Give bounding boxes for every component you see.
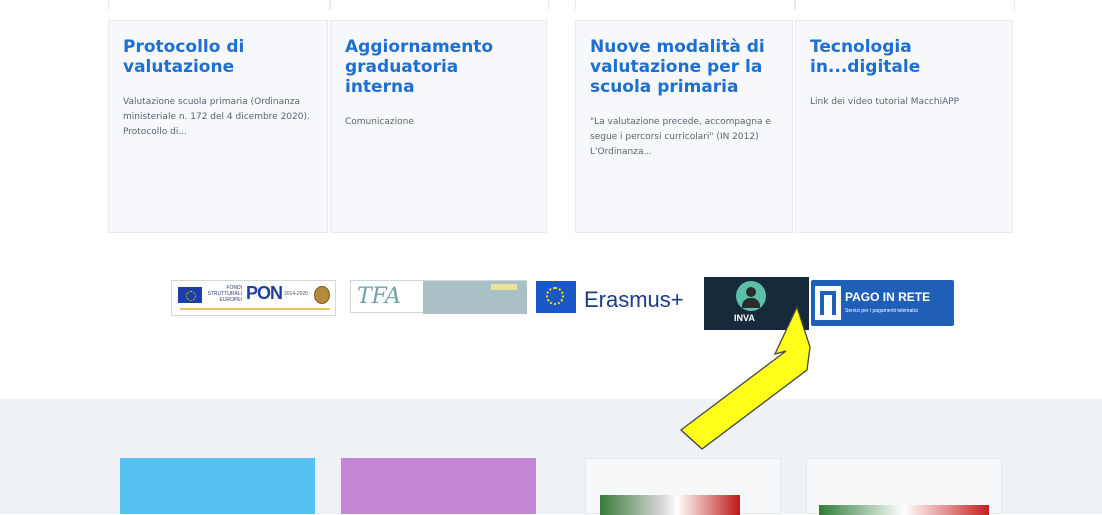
card-excerpt: "La valutazione precede, accompagna e se… [590,117,771,157]
pon-years: 2014-2020 [284,291,308,297]
card-title[interactable]: Protocollo di valutazione [123,37,313,77]
card-top-edge [795,0,1015,10]
footer-tile-image[interactable] [806,458,1002,515]
card-excerpt: Link dei video tutorial MacchiAPP [810,97,960,107]
eu-flag-icon [178,287,202,303]
pon-brand: PON [246,283,283,303]
news-card-aggiornamento[interactable]: Aggiornamento graduatoria interna Comuni… [330,20,547,233]
footer-tile-image[interactable] [585,458,781,515]
invalsi-brand: INVA [734,313,755,323]
pon-small-text: EUROPEI [219,297,242,303]
pago-logo-icon [815,286,841,320]
erasmus-brand: Erasmus+ [584,287,684,312]
tfa-logo-banner[interactable]: TFA [350,280,527,314]
pago-subtitle: Servizi per i pagamenti telematici [845,308,919,314]
card-title[interactable]: Tecnologia in...digitale [810,37,998,77]
news-card-tecnologia[interactable]: Tecnologia in...digitale Link dei video … [795,20,1013,233]
flag-image [600,495,740,515]
invalsi-logo-banner[interactable]: INVA [704,277,809,330]
pon-logo-banner[interactable]: FONDI STRUTTURALI EUROPEI PON 2014-2020 [171,280,336,316]
person-avatar-icon [736,281,766,311]
news-card-protocollo[interactable]: Protocollo di valutazione Valutazione sc… [108,20,328,233]
italian-emblem-icon [314,286,330,304]
card-top-edge [330,0,549,10]
footer-tile-purple[interactable] [341,458,536,514]
erasmus-logo-banner[interactable]: Erasmus+ [536,281,702,313]
footer-tile-cyan[interactable] [120,458,315,514]
card-excerpt: Valutazione scuola primaria (Ordinanza m… [123,97,310,137]
card-top-edge [575,0,795,10]
pago-brand: PAGO IN RETE [845,290,931,304]
pago-in-rete-banner[interactable]: PAGO IN RETE Servizi per i pagamenti tel… [811,280,954,326]
eu-flag-icon [536,281,576,313]
card-title[interactable]: Aggiornamento graduatoria interna [345,37,532,97]
card-top-edge [108,0,330,10]
card-title[interactable]: Nuove modalità di valutazione per la scu… [590,37,778,97]
news-card-nuove-modalita[interactable]: Nuove modalità di valutazione per la scu… [575,20,793,233]
tfa-brand: TFA [357,284,401,309]
card-excerpt: Comunicazione [345,117,414,127]
